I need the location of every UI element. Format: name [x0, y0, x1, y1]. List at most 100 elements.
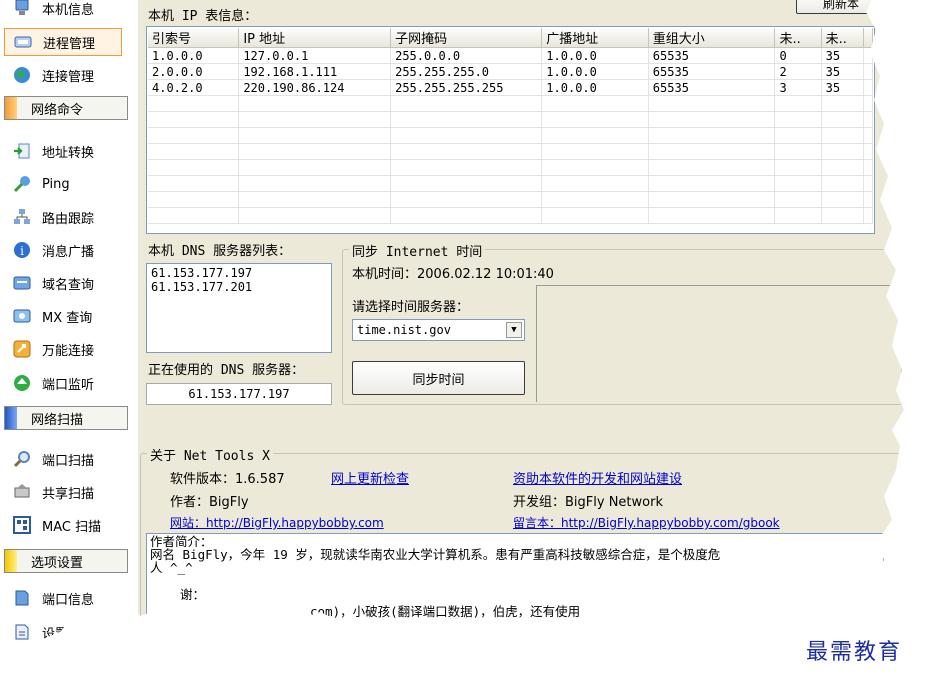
author-bio-textarea[interactable]: 作者简介： 网名 BigFly，今年 19 岁，现就读华南农业大学计算机系。患有…	[146, 533, 884, 663]
table-row[interactable]: 2.0.0.0 192.168.1.111 255.255.255.0 1.0.…	[148, 63, 873, 80]
sidebar-item-domain-lookup[interactable]: 域名查询	[4, 269, 122, 297]
sidebar-item-local-info[interactable]: 本机信息	[4, 0, 122, 22]
sync-log-panel	[536, 285, 897, 402]
dns-server-list[interactable]: 61.153.177.197 61.153.177.201	[146, 263, 332, 353]
column-header[interactable]: 引索号	[148, 28, 240, 48]
table-cell: 2.0.0.0	[148, 63, 240, 80]
dns-in-use-label: 正在使用的 DNS 服务器：	[148, 363, 305, 378]
sidebar-item-universal-connect[interactable]: 万能连接	[4, 335, 122, 363]
sidebar-item-label: 连接管理	[42, 69, 95, 85]
chevron-down-icon[interactable]: ▼	[506, 322, 522, 338]
list-item[interactable]: 61.153.177.197	[151, 266, 327, 280]
ping-icon	[12, 174, 32, 194]
sidebar-item-label: 设置选	[42, 626, 82, 642]
list-item[interactable]: 61.153.177.201	[151, 280, 327, 294]
sidebar-item-broadcast[interactable]: i 消息广播	[4, 236, 122, 264]
share-scan-icon	[12, 482, 32, 502]
column-header[interactable]: IP 地址	[238, 28, 392, 48]
table-cell: 4.0.2.0	[148, 79, 240, 96]
group-color-bar	[5, 407, 17, 429]
sidebar-item-route-trace[interactable]: 路由跟踪	[4, 203, 122, 231]
refresh-button[interactable]: 刷新本	[796, 0, 886, 14]
group-header-network-commands[interactable]: 网络命令	[4, 96, 128, 120]
table-cell: 0	[774, 47, 822, 64]
sidebar-item-mac-scan[interactable]: MAC 扫描	[4, 511, 122, 539]
thanks-title: 谢：	[180, 587, 206, 602]
local-time-label: 本机时间：2006.02.12 10:01:40	[352, 267, 554, 282]
sidebar-item-label: 端口信息	[42, 592, 95, 608]
group-color-bar	[5, 97, 17, 119]
table-cell: 65535	[648, 79, 776, 96]
sidebar-item-label: 万能连接	[42, 343, 95, 359]
dns-in-use-field: 61.153.177.197	[146, 383, 332, 405]
sidebar-item-label: 本机信息	[42, 2, 95, 18]
sidebar-item-label: 路由跟踪	[42, 211, 95, 227]
group-header-network-scan[interactable]: 网络扫描	[4, 406, 128, 430]
sidebar-item-ping[interactable]: Ping	[4, 170, 122, 198]
address-convert-icon	[12, 141, 32, 161]
group-color-bar	[5, 550, 17, 572]
column-header[interactable]: 广播地址	[541, 28, 649, 48]
table-cell: 65535	[648, 47, 776, 64]
table-cell	[863, 47, 873, 64]
website-link[interactable]: 网站：http://BigFly.happybobby.com	[170, 514, 384, 531]
ip-table-title: 本机 IP 表信息：	[148, 9, 258, 24]
group-header-options[interactable]: 选项设置	[4, 549, 128, 573]
sync-time-button[interactable]: 同步时间	[352, 361, 525, 395]
table-cell: 1.0.0.0	[541, 47, 649, 64]
svg-text:i: i	[20, 244, 24, 258]
about-title: 关于 Net Tools X	[147, 445, 273, 464]
table-cell: 1.0.0.0	[148, 47, 240, 64]
sidebar-item-label: MX 查询	[42, 310, 93, 326]
sidebar-item-label: 端口扫描	[42, 453, 95, 469]
table-row-empty	[148, 143, 873, 160]
table-cell: 127.0.0.1	[238, 47, 392, 64]
sidebar-item-port-listen[interactable]: 端口监听	[4, 369, 122, 397]
table-row-empty	[148, 207, 873, 224]
table-cell: 35	[821, 79, 865, 96]
sidebar-item-share-scan[interactable]: 共享扫描	[4, 478, 122, 506]
update-check-link[interactable]: 网上更新检查	[331, 468, 409, 487]
port-info-icon	[12, 588, 32, 608]
version-label: 软件版本：1.6.587	[170, 472, 285, 487]
table-cell	[863, 79, 873, 96]
table-row-empty	[148, 127, 873, 144]
sidebar-item-port-info[interactable]: 端口信息	[4, 584, 122, 612]
sidebar-item-mx-lookup[interactable]: MX 查询	[4, 302, 122, 330]
sidebar-item-port-scan[interactable]: 端口扫描	[4, 445, 122, 473]
table-row-empty	[148, 111, 873, 128]
sidebar-item-label: MAC 扫描	[42, 519, 102, 535]
table-row[interactable]: 4.0.2.0 220.190.86.124 255.255.255.255 1…	[148, 79, 873, 96]
sidebar-item-connections[interactable]: 连接管理	[4, 61, 122, 89]
column-header[interactable]: 未..	[774, 28, 822, 48]
table-cell: 35	[821, 47, 865, 64]
sidebar-item-process[interactable]: 进程管理	[4, 28, 122, 56]
time-server-label: 请选择时间服务器：	[352, 300, 470, 315]
sidebar-item-label: 端口监听	[42, 377, 95, 393]
bio-line: 网名 BigFly，今年 19 岁，现就读华南农业大学计算机系。患有严重高科技敏…	[150, 547, 721, 562]
column-header-empty	[863, 28, 873, 48]
globe-icon	[12, 65, 32, 85]
table-row[interactable]: 1.0.0.0 127.0.0.1 255.0.0.0 1.0.0.0 6553…	[148, 47, 873, 64]
sidebar-item-address-convert[interactable]: 地址转换	[4, 137, 122, 165]
dns-list-title: 本机 DNS 服务器列表：	[148, 244, 292, 259]
table-cell	[863, 63, 873, 80]
app-window: 本机信息 进程管理 连接管理 网络命令 地址转换 Ping 路由跟踪 i 消息广…	[0, 0, 925, 679]
broadcast-icon: i	[12, 240, 32, 260]
column-header[interactable]: 子网掩码	[390, 28, 543, 48]
sidebar-item-label: Ping	[42, 176, 70, 192]
guestbook-link[interactable]: 留言本：http://BigFly.happybobby.com/gbook	[513, 514, 780, 531]
sponsor-link[interactable]: 资助本软件的开发和网站建设	[513, 468, 682, 487]
bio-line: 人 ^_^	[150, 560, 193, 575]
time-server-select[interactable]: time.nist.gov ▼	[352, 319, 525, 341]
table-header-row: 引索号 IP 地址 子网掩码 广播地址 重组大小 未.. 未..	[148, 28, 873, 48]
group-header-label: 选项设置	[31, 555, 84, 571]
column-header[interactable]: 未..	[821, 28, 865, 48]
domain-lookup-icon	[12, 273, 32, 293]
column-header[interactable]: 重组大小	[648, 28, 776, 48]
author-label: 作者：BigFly	[170, 495, 249, 510]
settings-icon	[12, 622, 32, 642]
sidebar-item-label: 共享扫描	[42, 486, 95, 502]
sidebar-item-settings[interactable]: 设置选	[4, 618, 122, 646]
group-header-label: 网络命令	[31, 102, 84, 118]
